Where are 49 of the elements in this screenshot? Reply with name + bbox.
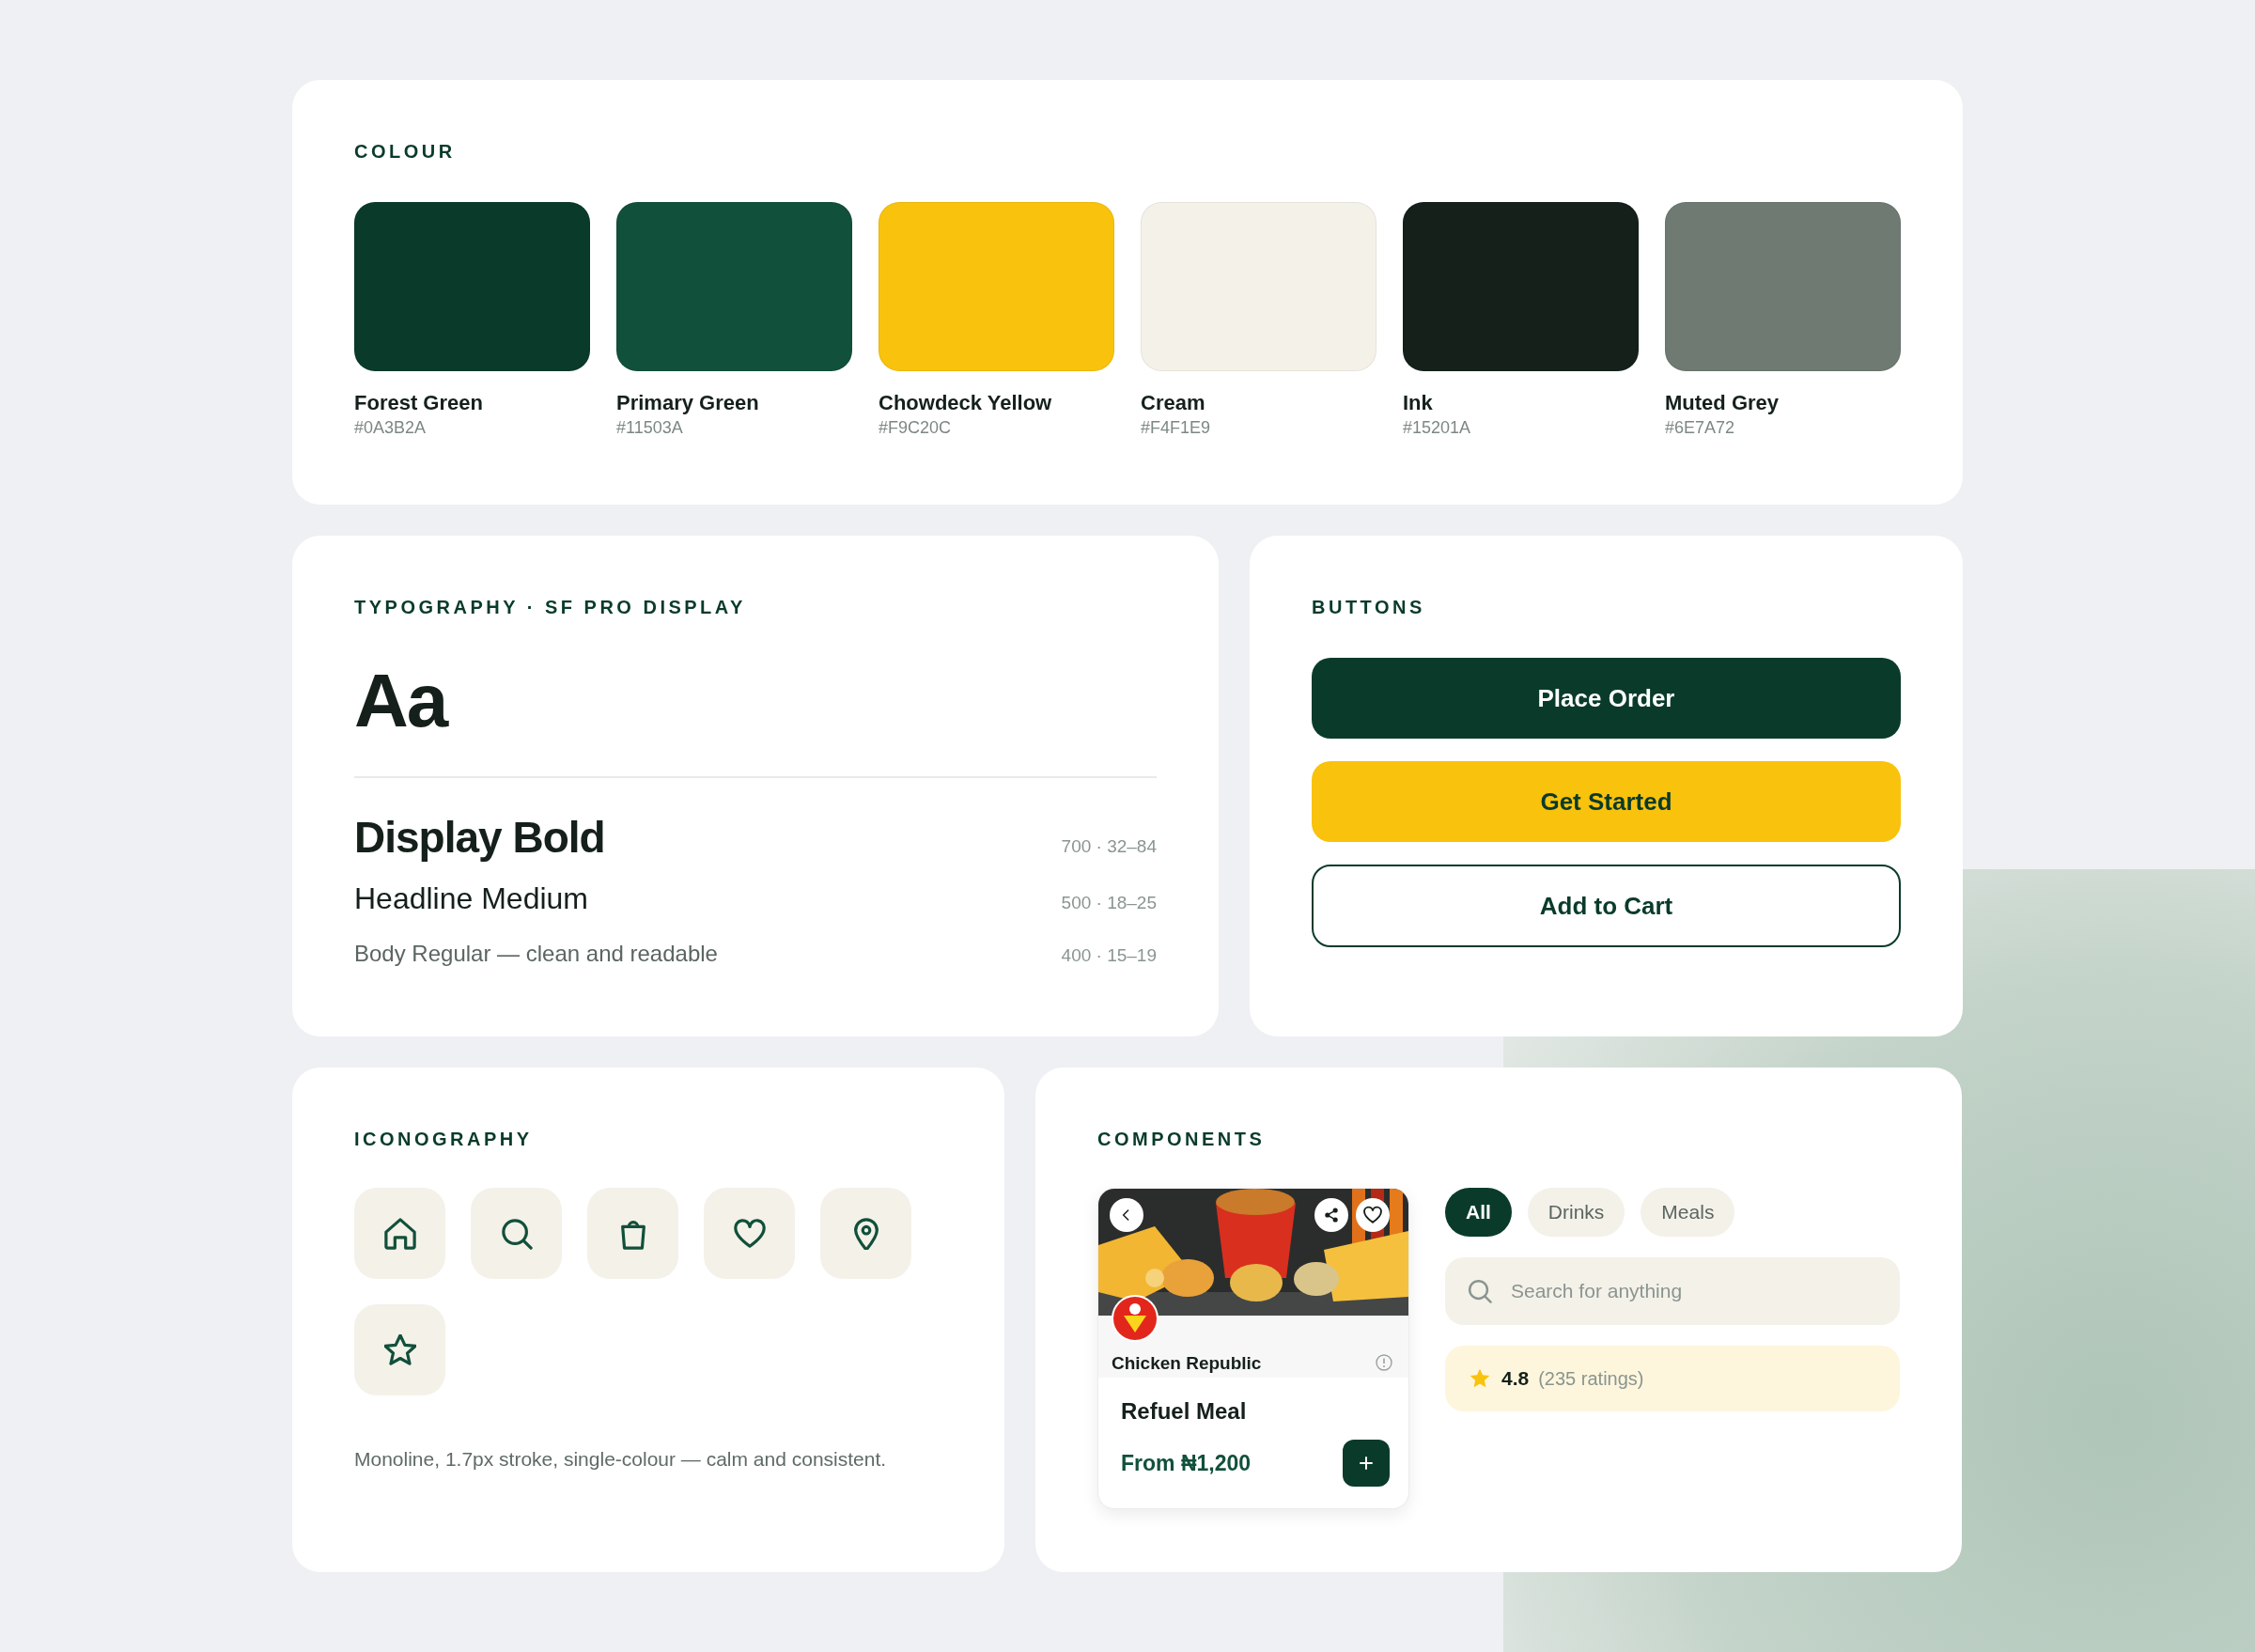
- search-icon: [500, 1217, 533, 1250]
- filter-chip[interactable]: Drinks: [1527, 1188, 1625, 1237]
- section-title: ICONOGRAPHY: [354, 1130, 534, 1148]
- heart-icon: [733, 1217, 766, 1250]
- home-icon: [383, 1217, 416, 1250]
- brand-name: Chicken Republic: [1112, 1353, 1262, 1374]
- colour-name: Muted Grey: [1665, 392, 1781, 415]
- rating-count: (235 ratings): [1538, 1367, 1644, 1390]
- heart-icon: [1363, 1206, 1382, 1224]
- plus-icon: [1357, 1454, 1376, 1473]
- product-name: Refuel Meal: [1121, 1398, 1248, 1425]
- type-spec: 700 · 32–84: [1061, 836, 1157, 857]
- section-title: COMPONENTS: [1097, 1130, 1267, 1148]
- filled-button[interactable]: Place Order: [1312, 658, 1901, 739]
- section-title: COLOUR: [354, 142, 457, 161]
- colour-name: Ink: [1403, 392, 1434, 415]
- section-title: BUTTONS: [1312, 598, 1426, 616]
- filter-chip[interactable]: Meals: [1641, 1188, 1735, 1237]
- hex-code: #F9C20C: [879, 418, 953, 439]
- section-title: TYPOGRAPHY · SF PRO DISPLAY: [354, 598, 747, 616]
- type-style-sample: Headline Medium: [354, 881, 588, 916]
- colour-name: Cream: [1141, 392, 1206, 415]
- brand-logo: [1112, 1295, 1159, 1342]
- hex-code: #F4F1E9: [1141, 418, 1212, 439]
- hex-code: #15201A: [1403, 418, 1472, 439]
- outline-button[interactable]: Add to Cart: [1312, 865, 1901, 947]
- accent-button[interactable]: Get Started: [1312, 761, 1901, 842]
- star-icon: [383, 1333, 416, 1366]
- product-card[interactable]: Chicken Republic Refuel Meal From ₦1,200: [1097, 1188, 1409, 1509]
- search-field[interactable]: Search for anything: [1445, 1257, 1900, 1325]
- type-style-sample: Display Bold: [354, 812, 605, 863]
- info-icon: [1375, 1353, 1393, 1372]
- rating-score: 4.8: [1501, 1367, 1530, 1390]
- hex-code: #6E7A72: [1665, 418, 1736, 439]
- add-button[interactable]: [1343, 1440, 1390, 1487]
- hex-code: #0A3B2A: [354, 418, 428, 439]
- type-spec: 400 · 15–19: [1061, 945, 1157, 966]
- type-style-sample: Body Regular — clean and readable: [354, 941, 718, 967]
- product-price: From ₦1,200: [1121, 1450, 1252, 1476]
- type-spec: 500 · 18–25: [1061, 893, 1157, 913]
- caption: Monoline, 1.7px stroke, single-colour — calm and consistent.: [354, 1448, 888, 1471]
- search-icon: [1468, 1279, 1492, 1303]
- share-icon: [1322, 1206, 1341, 1224]
- colour-name: Primary Green: [616, 392, 760, 415]
- colour-name: Forest Green: [354, 392, 484, 415]
- type-sample: Aa: [354, 663, 449, 739]
- hex-code: #11503A: [616, 418, 684, 439]
- filter-chip[interactable]: All: [1445, 1188, 1512, 1237]
- colour-name: Chowdeck Yellow: [879, 392, 1053, 415]
